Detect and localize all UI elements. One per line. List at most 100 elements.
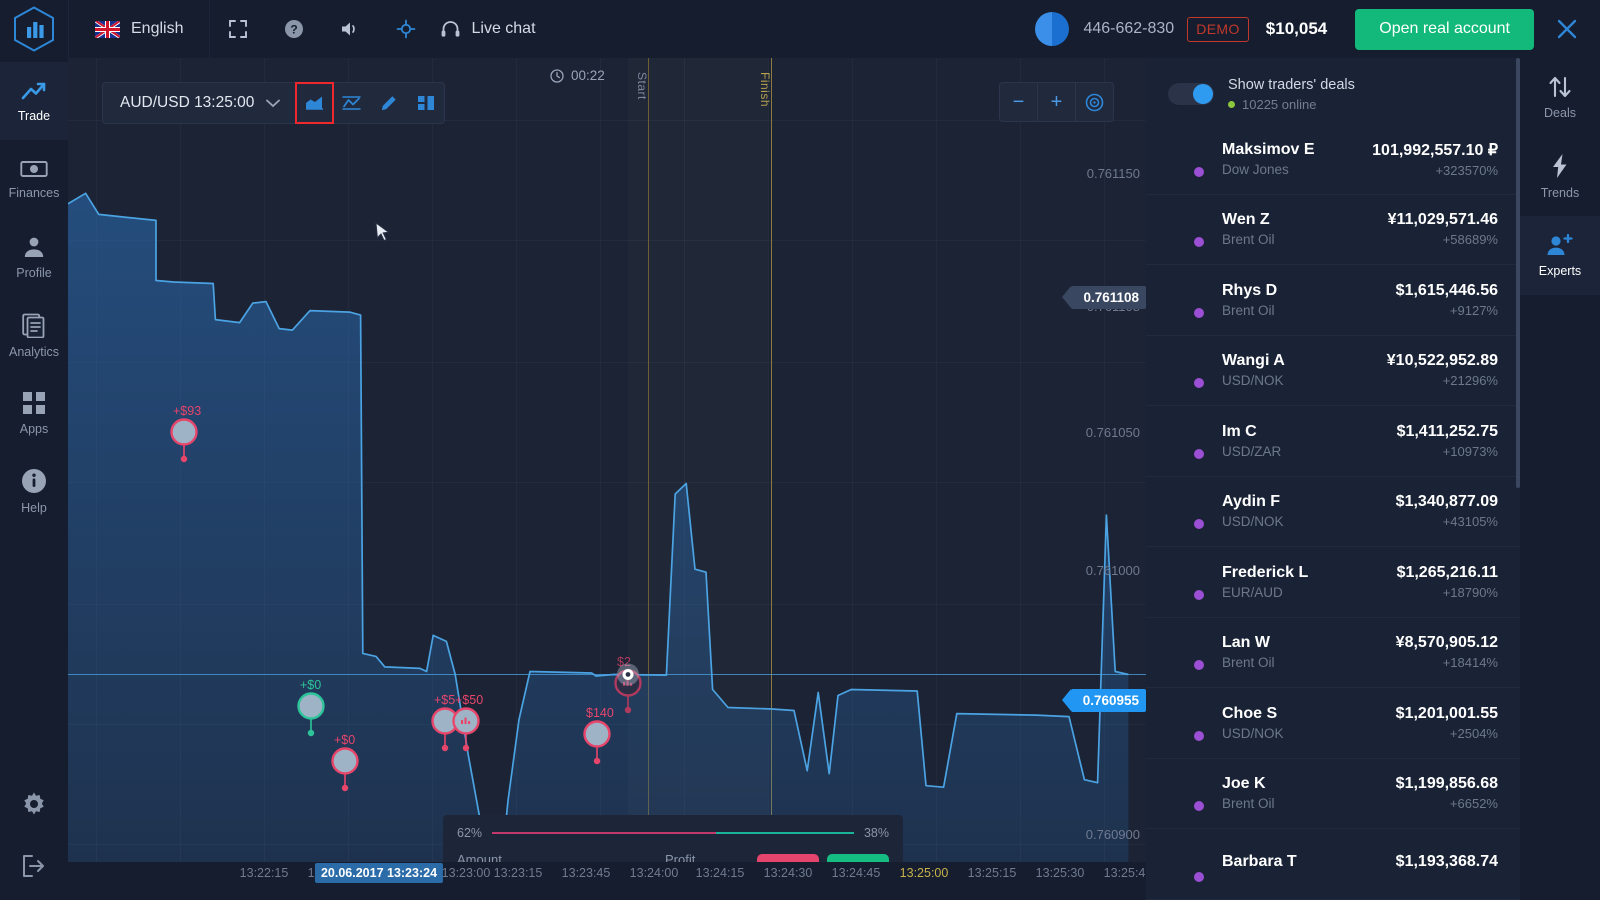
trader-percent: +6652% [1449,796,1498,812]
banknote-icon [20,160,48,177]
sound-button[interactable] [322,0,378,58]
sidebar-item-trends[interactable]: Trends [1520,137,1600,216]
person-icon [24,237,44,257]
current-price-badge: 0.760955 [1061,689,1146,712]
right-sidebar: Deals Trends Experts [1520,58,1600,900]
lightning-bolt-icon [1553,154,1567,178]
price-tick: 0.761050 [1085,425,1140,440]
sidebar-item-trade[interactable]: Trade [0,62,68,140]
sidebar-item-finances[interactable]: Finances [0,140,68,218]
trader-percent: +10973% [1442,443,1498,459]
asset-badge-icon [1192,235,1206,250]
language-selector[interactable]: English [69,0,209,58]
trader-amount: $1,201,001.55 [1395,704,1498,722]
sidebar-item-label: Experts [1538,264,1582,278]
sidebar-item-help[interactable]: Help [0,452,68,530]
trader-row[interactable]: Barbara T $1,193,368.74 [1146,829,1520,900]
area-chart-icon [306,96,324,110]
chart-area[interactable]: Start Finish 00:22 +$93 +$0 +$0 +$5 +$50 $140… [68,58,1146,900]
trader-name: Rhys D [1222,281,1278,299]
deal-marker-label: +$0 [334,733,355,747]
asset-selector[interactable]: AUD/USD 13:25:00 [103,83,295,123]
price-tick: 0.760900 [1085,827,1140,842]
avatar [1166,492,1206,532]
trader-row[interactable]: Wangi A USD/NOK ¥10,522,952.89 +21296% [1146,336,1520,406]
trader-amount: $1,265,216.11 [1396,563,1498,581]
indicators-icon [417,96,434,110]
trader-row[interactable]: Frederick L EUR/AUD $1,265,216.11 +18790% [1146,547,1520,618]
trader-amount: 101,992,557.10 ₽ [1372,141,1498,159]
payout-row: 62% 38% [457,825,889,841]
target-button[interactable] [378,0,434,58]
trader-name: Im C [1222,422,1257,440]
settings-button[interactable] [0,776,68,838]
pencil-icon [382,95,397,110]
asset-badge-icon [1192,728,1206,743]
trader-row[interactable]: Wen Z Brent Oil ¥11,029,571.46 +58689% [1146,195,1520,265]
trader-row[interactable]: Choe S USD/NOK $1,201,001.55 +2504% [1146,688,1520,759]
avatar [1166,281,1206,320]
sidebar-item-analytics[interactable]: Analytics [0,296,68,374]
asset-badge-icon [1192,164,1206,179]
trader-row[interactable]: Maksimov E Dow Jones 101,992,557.10 ₽ +3235… [1146,124,1520,195]
target-icon [397,19,416,39]
balance-amount: $10,054 [1265,19,1328,38]
show-traders-deals-toggle[interactable] [1168,83,1214,105]
top-header: English ? Live chat 446-662-830 DEMO $10… [0,0,1600,58]
trader-percent: +2504% [1449,725,1498,741]
sidebar-item-experts[interactable]: Experts [1520,216,1600,295]
logout-button[interactable] [0,838,68,900]
sidebar-item-label: Help [21,500,47,515]
live-chat-button[interactable]: Live chat [434,0,557,58]
indicators-button[interactable] [407,83,444,123]
account-area: 446-662-830 DEMO $10,054 Open real accou… [1035,0,1600,58]
account-id: 446-662-830 [1083,20,1175,37]
crosshair-target-button[interactable] [1076,83,1113,121]
deal-marker-label: $140 [586,706,614,720]
trader-asset: USD/NOK [1222,725,1284,741]
grid-squares-icon [23,391,45,414]
open-real-account-button[interactable]: Open real account [1355,8,1534,50]
trader-row[interactable]: Joe K Brent Oil $1,199,856.68 +6652% [1146,759,1520,829]
chart-type-line-button[interactable] [333,83,370,123]
help-circle-icon: ? [285,20,304,38]
fullscreen-button[interactable] [210,0,266,58]
trader-name: Maksimov E [1222,140,1315,158]
help-button[interactable]: ? [266,0,322,58]
sidebar-item-label: Trends [1540,186,1580,200]
trader-name: Barbara T [1222,853,1297,871]
asset-badge-icon [1192,658,1206,673]
person-plus-icon [1547,233,1573,255]
trader-percent: +18790% [1442,584,1498,600]
language-label: English [131,20,184,37]
draw-tools-button[interactable] [370,83,407,123]
sidebar-item-apps[interactable]: Apps [0,374,68,452]
app-logo[interactable] [0,0,68,58]
close-icon [1557,19,1577,39]
trader-asset: USD/NOK [1222,373,1284,389]
sidebar-item-label: Deals [1544,106,1576,120]
zoom-out-button[interactable]: − [1000,83,1037,121]
trader-row[interactable]: Aydin F USD/NOK $1,340,877.09 +43105% [1146,477,1520,547]
time-tick: 13:23:45 [561,866,611,880]
time-tick: 13:24:30 [763,866,813,880]
zoom-in-button[interactable]: + [1038,83,1075,121]
online-count-row: 10225 online [1228,97,1355,112]
sidebar-item-profile[interactable]: Profile [0,218,68,296]
left-nav: Trade Finances Profile Analytics Apps He… [0,58,68,530]
trader-row[interactable]: Im C USD/ZAR $1,411,252.75 +10973% [1146,406,1520,477]
close-button[interactable] [1534,0,1600,58]
chart-type-area-button[interactable] [295,82,335,124]
avatar[interactable] [1035,12,1070,46]
left-sidebar: Trade Finances Profile Analytics Apps He… [0,58,68,900]
updown-arrows-icon [1549,76,1571,98]
trader-asset: Brent Oil [1222,796,1275,812]
avatar [1166,563,1206,602]
asset-badge-icon [1192,517,1206,532]
headset-icon [442,21,460,37]
trader-row[interactable]: Rhys D Brent Oil $1,615,446.56 +9127% [1146,265,1520,336]
trader-list[interactable]: Maksimov E Dow Jones 101,992,557.10 ₽ +3235… [1146,124,1520,900]
sidebar-item-deals[interactable]: Deals [1520,58,1600,137]
trader-row[interactable]: Lan W Brent Oil ¥8,570,905.12 +18414% [1146,618,1520,688]
trader-name: Aydin F [1222,493,1281,511]
